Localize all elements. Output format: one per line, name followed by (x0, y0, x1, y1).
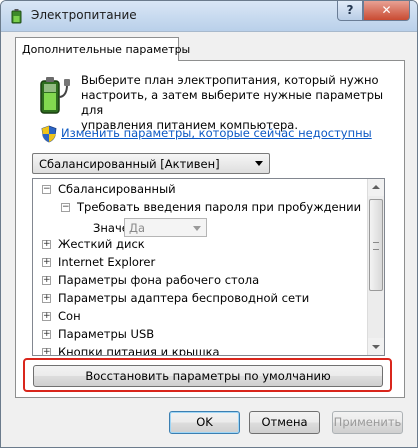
chevron-down-icon (255, 161, 263, 166)
uac-shield-icon (41, 125, 57, 143)
expand-icon[interactable]: + (42, 258, 51, 267)
battery-plug-icon (40, 77, 70, 114)
help-button[interactable]: ? (337, 1, 363, 21)
apply-button[interactable]: Применить (332, 411, 403, 434)
scroll-up-arrow-icon[interactable] (368, 179, 384, 196)
grip-icon (373, 242, 379, 250)
intro-line-1: Выберите план электропитания, который ну… (81, 73, 379, 87)
chevron-down-icon (193, 226, 201, 231)
tree-item-label: Кнопки питания и крышка (58, 345, 220, 356)
expand-icon[interactable]: + (42, 312, 51, 321)
expand-icon[interactable]: + (42, 330, 51, 339)
cancel-button[interactable]: Отмена (249, 411, 320, 434)
expand-icon[interactable]: + (42, 348, 51, 355)
expand-icon[interactable]: + (42, 240, 51, 249)
scroll-thumb[interactable] (369, 199, 383, 291)
scroll-down-arrow-icon[interactable] (368, 338, 384, 355)
tree-item-label: Параметры адаптера беспроводной сети (58, 291, 310, 305)
tree-item-label: Параметры USB (58, 327, 155, 341)
password-value: Да (129, 221, 146, 235)
title-bar[interactable]: Электропитание ? ✕ (1, 1, 417, 32)
tree-item-label: Internet Explorer (58, 255, 156, 269)
restore-defaults-button[interactable]: Восстановить параметры по умолчанию (33, 365, 383, 387)
collapse-icon[interactable]: − (61, 203, 70, 212)
collapse-icon[interactable]: − (42, 185, 51, 194)
window-title: Электропитание (31, 8, 137, 22)
tree-item-label: Сон (58, 309, 81, 323)
intro-text: Выберите план электропитания, который ну… (81, 73, 391, 133)
ok-button[interactable]: OK (169, 411, 240, 434)
tree-item-label: Параметры фона рабочего стола (58, 273, 260, 287)
tree-item-label: Сбалансированный (58, 182, 176, 196)
close-button[interactable]: ✕ (363, 1, 410, 21)
tree-item-label: Жесткий диск (58, 237, 145, 251)
intro-line-2: настроить, а затем выберите нужные парам… (81, 88, 384, 117)
tree-item-label: Требовать введения пароля при пробуждени… (77, 200, 362, 214)
password-value-dropdown[interactable]: Да (124, 218, 207, 237)
settings-tree[interactable]: − Сбалансированный − Требовать введения … (32, 178, 385, 356)
power-plan-value: Сбалансированный [Активен] (39, 157, 220, 171)
power-options-icon (11, 9, 22, 24)
tab-advanced-settings[interactable]: Дополнительные параметры (15, 37, 190, 61)
change-unavailable-settings-link[interactable]: Изменить параметры, которые сейчас недос… (61, 126, 372, 140)
expand-icon[interactable]: + (42, 294, 51, 303)
tree-scrollbar[interactable] (367, 179, 384, 355)
expand-icon[interactable]: + (42, 276, 51, 285)
power-plan-dropdown[interactable]: Сбалансированный [Активен] (32, 153, 270, 174)
power-options-window: Электропитание ? ✕ Дополнительные параме… (0, 0, 418, 448)
